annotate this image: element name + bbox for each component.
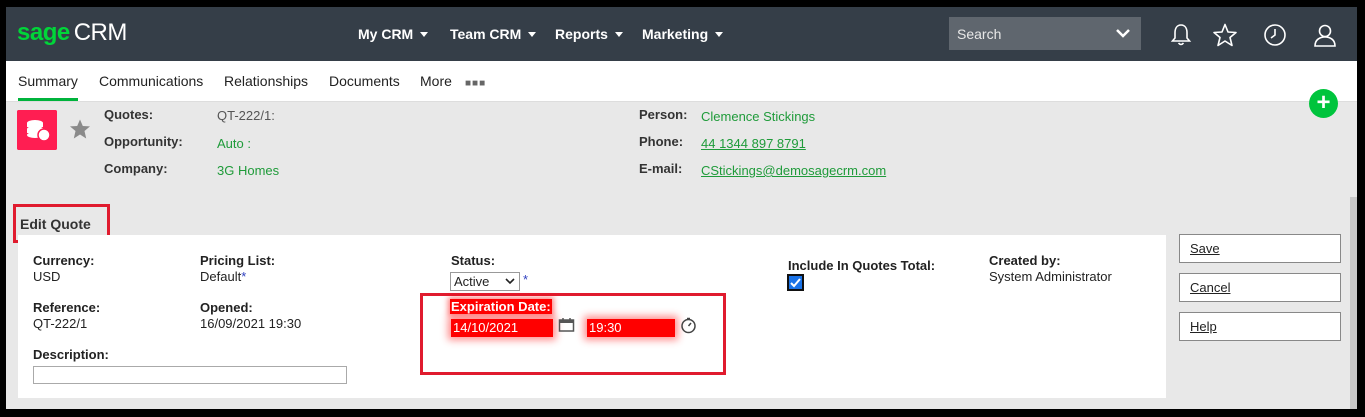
required-marker: * bbox=[241, 269, 247, 284]
tab-communications[interactable]: Communications bbox=[99, 73, 203, 89]
tab-relationships[interactable]: Relationships bbox=[224, 73, 308, 89]
action-button-panel: Save Cancel Help bbox=[1166, 197, 1357, 409]
nav-label: My CRM bbox=[358, 26, 414, 42]
tab-documents[interactable]: Documents bbox=[329, 73, 400, 89]
sage-crm-logo[interactable]: sage CRM bbox=[17, 19, 127, 47]
caret-down-icon bbox=[614, 31, 623, 37]
company-label: Company: bbox=[104, 161, 168, 176]
nav-team-crm[interactable]: Team CRM bbox=[450, 26, 537, 42]
email-label: E-mail: bbox=[639, 161, 683, 176]
checkmark-icon bbox=[790, 278, 801, 288]
pricing-list-text: Default bbox=[200, 269, 242, 284]
save-button-label: Save bbox=[1190, 241, 1220, 256]
opened-value: 16/09/2021 19:30 bbox=[200, 316, 302, 331]
description-input[interactable] bbox=[33, 366, 347, 384]
search-input[interactable] bbox=[957, 25, 1107, 42]
phone-label: Phone: bbox=[639, 134, 684, 149]
clock-icon[interactable] bbox=[1262, 22, 1288, 48]
search-box[interactable] bbox=[949, 17, 1141, 50]
expiration-date-input[interactable]: 14/10/2021 bbox=[451, 319, 553, 337]
edit-quote-form: Currency: USD Pricing List: Default* Sta… bbox=[18, 235, 1166, 398]
logo-sage-text: sage bbox=[17, 19, 70, 46]
add-button[interactable]: + bbox=[1309, 89, 1338, 118]
quotes-value: QT-222/1: bbox=[217, 108, 275, 123]
currency-label: Currency: bbox=[33, 253, 95, 268]
calendar-icon[interactable] bbox=[558, 317, 575, 332]
bell-icon[interactable] bbox=[1168, 22, 1194, 48]
nav-my-crm[interactable]: My CRM bbox=[358, 26, 429, 42]
person-label: Person: bbox=[639, 107, 688, 122]
nav-label: Team CRM bbox=[450, 26, 522, 42]
quotes-label: Quotes: bbox=[104, 107, 154, 122]
vertical-scrollbar[interactable] bbox=[1350, 197, 1357, 409]
chevron-down-icon[interactable] bbox=[1115, 26, 1131, 40]
nav-reports[interactable]: Reports bbox=[555, 26, 623, 42]
help-button[interactable]: Help bbox=[1179, 312, 1341, 341]
status-label: Status: bbox=[451, 253, 496, 268]
coins-icon bbox=[17, 110, 57, 150]
company-link[interactable]: 3G Homes bbox=[217, 163, 279, 178]
status-select[interactable]: Active bbox=[450, 272, 520, 291]
email-link[interactable]: CStickings@demosagecrm.com bbox=[701, 163, 886, 178]
cancel-button-label: Cancel bbox=[1190, 280, 1231, 295]
description-label: Description: bbox=[33, 347, 109, 362]
created-by-label: Created by: bbox=[989, 253, 1061, 268]
caret-down-icon bbox=[528, 31, 537, 37]
nav-label: Reports bbox=[555, 26, 608, 42]
nav-marketing[interactable]: Marketing bbox=[642, 26, 724, 42]
opportunity-label: Opportunity: bbox=[104, 134, 183, 149]
status-selected-value: Active bbox=[454, 274, 490, 289]
stopwatch-icon[interactable] bbox=[680, 317, 697, 334]
tab-bar: Summary Communications Relationships Doc… bbox=[6, 61, 1357, 102]
help-button-label: Help bbox=[1190, 319, 1217, 334]
opportunity-link[interactable]: Auto : bbox=[217, 136, 251, 151]
caret-down-icon bbox=[715, 31, 724, 37]
more-dots-icon[interactable]: ■■■ bbox=[465, 78, 486, 89]
include-in-quotes-label: Include In Quotes Total: bbox=[788, 258, 936, 273]
chevron-down-icon bbox=[505, 278, 515, 285]
cancel-button[interactable]: Cancel bbox=[1179, 273, 1341, 302]
top-navigation-bar: sage CRM My CRM Team CRM Reports Marketin… bbox=[6, 7, 1357, 61]
favorite-star-icon[interactable] bbox=[69, 118, 91, 140]
include-in-quotes-checkbox[interactable] bbox=[787, 274, 804, 291]
tab-more[interactable]: More bbox=[420, 73, 452, 89]
person-link[interactable]: Clemence Stickings bbox=[701, 109, 815, 124]
star-icon[interactable] bbox=[1212, 22, 1238, 48]
nav-label: Marketing bbox=[642, 26, 709, 42]
save-button[interactable]: Save bbox=[1179, 234, 1341, 263]
created-by-value: System Administrator bbox=[989, 269, 1112, 284]
logo-crm-text: CRM bbox=[73, 19, 128, 46]
phone-link[interactable]: 44 1344 897 8791 bbox=[701, 136, 806, 151]
user-icon[interactable] bbox=[1312, 22, 1338, 48]
required-marker: * bbox=[523, 272, 529, 287]
pricing-list-label: Pricing List: bbox=[200, 253, 276, 268]
app-window: sage CRM My CRM Team CRM Reports Marketin… bbox=[6, 7, 1357, 409]
opened-label: Opened: bbox=[200, 300, 253, 315]
edit-quote-title: Edit Quote bbox=[20, 216, 91, 232]
pricing-list-value: Default* bbox=[200, 269, 246, 284]
caret-down-icon bbox=[420, 31, 429, 37]
expiration-date-label: Expiration Date: bbox=[450, 299, 552, 314]
reference-label: Reference: bbox=[33, 300, 101, 315]
currency-value: USD bbox=[33, 269, 61, 284]
reference-value: QT-222/1 bbox=[33, 316, 88, 331]
tab-summary[interactable]: Summary bbox=[18, 73, 78, 101]
record-summary: Quotes: QT-222/1: Opportunity: Auto : Co… bbox=[6, 102, 1357, 197]
expiration-time-input[interactable]: 19:30 bbox=[587, 319, 675, 337]
